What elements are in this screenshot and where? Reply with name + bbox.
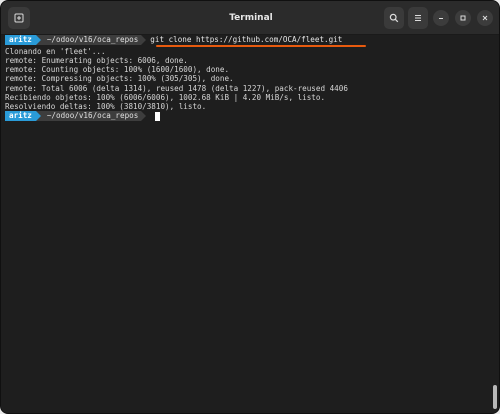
menu-button[interactable] [408, 7, 428, 29]
command-text: git clone https://github.com/OCA/fleet.g… [150, 35, 343, 44]
close-button[interactable] [477, 10, 493, 26]
text-cursor [155, 111, 161, 121]
title-bar: Terminal [1, 1, 499, 35]
minimize-icon [439, 18, 443, 19]
scrollbar[interactable] [493, 385, 497, 409]
prompt-path: ~/odoo/v16/oca_repos [40, 111, 142, 121]
prompt-separator [141, 111, 147, 121]
minimize-button[interactable] [433, 10, 449, 26]
prompt-separator [141, 35, 147, 45]
hamburger-menu-icon [415, 15, 421, 21]
command-highlight-underline [156, 45, 366, 47]
terminal-area[interactable]: aritz ~/odoo/v16/oca_repos git clone htt… [1, 35, 499, 413]
maximize-icon [460, 15, 466, 21]
prompt-path: ~/odoo/v16/oca_repos [40, 35, 142, 45]
search-icon [389, 13, 399, 23]
terminal-window: Terminal aritz ~/odoo/v16/oca_repos git … [0, 0, 500, 414]
prompt-line: aritz ~/odoo/v16/oca_repos git clone htt… [5, 35, 342, 45]
maximize-button[interactable] [455, 10, 471, 26]
prompt-user: aritz [5, 35, 36, 45]
prompt-line: aritz ~/odoo/v16/oca_repos [5, 111, 161, 121]
search-button[interactable] [384, 7, 404, 29]
close-icon [482, 15, 488, 21]
prompt-user: aritz [5, 111, 36, 121]
